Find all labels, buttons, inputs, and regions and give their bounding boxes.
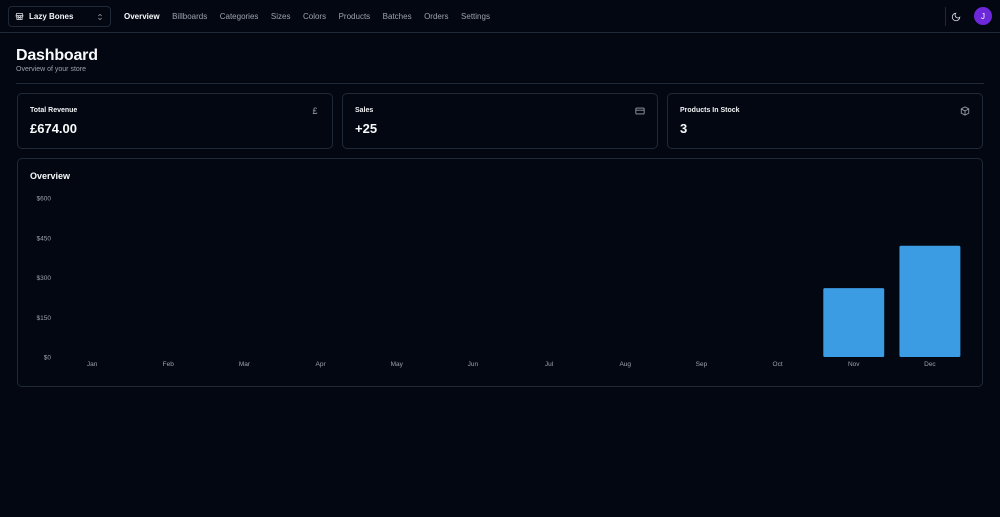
store-name: Lazy Bones bbox=[29, 12, 74, 21]
stat-title: Products In Stock bbox=[680, 107, 740, 114]
stat-title: Total Revenue bbox=[30, 107, 78, 114]
stat-value: +25 bbox=[355, 121, 378, 136]
user-avatar[interactable]: J bbox=[974, 7, 992, 25]
top-navbar: Lazy Bones Overview Billboards Categorie… bbox=[0, 0, 1000, 33]
theme-toggle-button[interactable] bbox=[945, 7, 965, 26]
bar-dec[interactable] bbox=[899, 245, 961, 357]
x-tick-label: Mar bbox=[239, 361, 251, 368]
nav-item-overview[interactable]: Overview bbox=[124, 12, 160, 21]
stat-value: £674.00 bbox=[30, 121, 77, 136]
page-title: Dashboard bbox=[16, 47, 98, 64]
moon-icon bbox=[951, 12, 960, 21]
x-tick-label: Jun bbox=[468, 361, 479, 368]
x-tick-label: Nov bbox=[848, 361, 860, 368]
y-tick-label: $300 bbox=[37, 275, 52, 282]
nav-item-categories[interactable]: Categories bbox=[220, 12, 259, 21]
y-tick-label: $150 bbox=[37, 315, 52, 322]
header-divider bbox=[16, 83, 984, 84]
store-switcher[interactable]: Lazy Bones bbox=[8, 6, 111, 27]
nav-item-sizes[interactable]: Sizes bbox=[271, 12, 291, 21]
y-tick-label: $600 bbox=[37, 196, 52, 203]
main-nav: Overview Billboards Categories Sizes Col… bbox=[124, 0, 502, 33]
stat-title: Sales bbox=[355, 107, 374, 114]
x-tick-label: Apr bbox=[316, 361, 327, 368]
store-icon bbox=[15, 13, 24, 20]
nav-item-billboards[interactable]: Billboards bbox=[172, 12, 207, 21]
bar-nov[interactable] bbox=[823, 288, 885, 357]
pound-icon: £ bbox=[312, 106, 318, 116]
y-tick-label: $0 bbox=[44, 355, 52, 362]
x-tick-label: Jan bbox=[87, 361, 98, 368]
credit-card-icon bbox=[635, 107, 645, 115]
stat-value: 3 bbox=[680, 121, 688, 136]
nav-item-orders[interactable]: Orders bbox=[424, 12, 448, 21]
revenue-bar-chart: $0 $150 $300 $450 $600 Jan Feb Mar Apr May Jun Jul A… bbox=[37, 196, 961, 368]
x-tick-label: Sep bbox=[696, 361, 708, 368]
nav-item-colors[interactable]: Colors bbox=[303, 12, 326, 21]
avatar-initial: J bbox=[981, 11, 985, 21]
stat-card-sales: Sales +25 bbox=[342, 93, 658, 149]
x-tick-label: Aug bbox=[619, 361, 631, 368]
nav-item-settings[interactable]: Settings bbox=[461, 12, 490, 21]
stat-card-total-revenue: Total Revenue £674.00 £ bbox=[17, 93, 333, 149]
page-subtitle: Overview of your store bbox=[16, 66, 87, 73]
x-tick-label: Jul bbox=[545, 361, 554, 368]
stat-card-products-in-stock: Products In Stock 3 bbox=[667, 93, 983, 149]
x-tick-label: Dec bbox=[924, 361, 936, 368]
nav-item-batches[interactable]: Batches bbox=[383, 12, 412, 21]
x-tick-label: Feb bbox=[163, 361, 175, 368]
package-icon bbox=[960, 106, 970, 116]
overview-card: Overview $0 $150 $300 $450 $600 Jan Feb Mar Apr M… bbox=[17, 158, 983, 387]
x-tick-label: May bbox=[391, 361, 404, 368]
chevrons-up-down-icon bbox=[98, 13, 102, 20]
nav-item-products[interactable]: Products bbox=[339, 12, 371, 21]
x-tick-label: Oct bbox=[773, 361, 783, 368]
y-tick-label: $450 bbox=[37, 235, 52, 242]
